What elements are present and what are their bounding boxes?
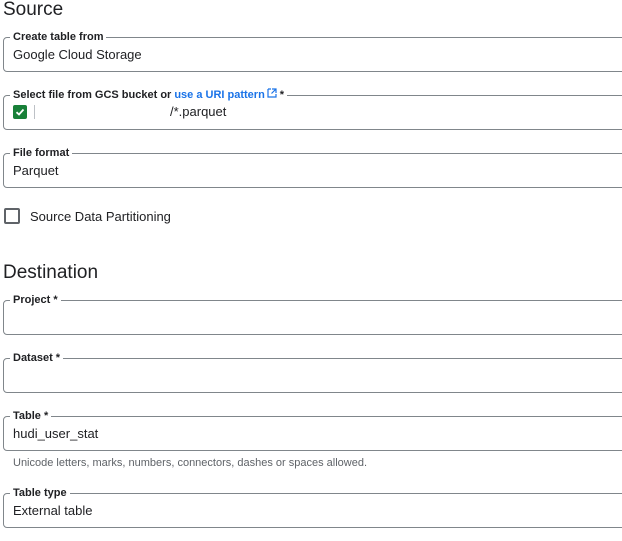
table-type-select[interactable]: Table type External table (3, 486, 622, 528)
file-format-value: Parquet (13, 163, 59, 178)
required-mark: * (279, 89, 285, 101)
table-type-value: External table (13, 503, 93, 518)
file-format-label: File format (10, 146, 73, 160)
source-partitioning-option[interactable]: Source Data Partitioning (4, 208, 171, 224)
table-name-input[interactable]: Table * hudi_user_stat (3, 409, 622, 451)
create-table-from-label: Create table from (10, 30, 107, 44)
gcs-file-input[interactable]: Select file from GCS bucket or use a URI… (3, 88, 622, 130)
destination-section-title: Destination (3, 262, 99, 283)
table-type-label: Table type (10, 486, 70, 500)
check-icon (13, 105, 27, 119)
gcs-path-value: /*.parquet (170, 104, 227, 119)
create-table-from-value: Google Cloud Storage (13, 47, 142, 62)
text-cursor (34, 105, 35, 119)
gcs-file-label-text: Select file from GCS bucket or (13, 89, 172, 101)
uri-pattern-link[interactable]: use a URI pattern (174, 88, 264, 102)
table-name-hint: Unicode letters, marks, numbers, connect… (13, 457, 367, 469)
dataset-input[interactable]: Dataset * (3, 351, 622, 393)
source-section-title: Source (3, 0, 64, 20)
project-label: Project * (10, 293, 61, 307)
table-name-label: Table * (10, 409, 52, 423)
create-table-from-select[interactable]: Create table from Google Cloud Storage (3, 30, 622, 72)
gcs-file-label: Select file from GCS bucket or use a URI… (10, 88, 288, 102)
open-in-new-icon[interactable] (267, 88, 277, 102)
table-name-value: hudi_user_stat (13, 426, 99, 441)
project-input[interactable]: Project * (3, 293, 622, 335)
dataset-label: Dataset * (10, 351, 64, 365)
source-partitioning-label: Source Data Partitioning (30, 208, 171, 224)
file-format-select[interactable]: File format Parquet (3, 146, 622, 188)
source-partitioning-checkbox[interactable] (4, 208, 20, 224)
